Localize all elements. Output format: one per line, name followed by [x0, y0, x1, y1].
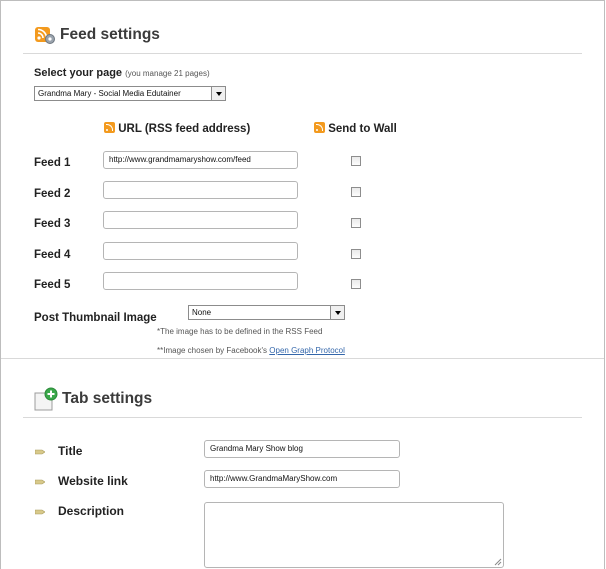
- open-graph-link[interactable]: Open Graph Protocol: [269, 346, 345, 355]
- feed-3-send-checkbox[interactable]: [351, 218, 361, 228]
- feed-4-url-input[interactable]: [103, 242, 298, 260]
- rss-icon: [314, 122, 325, 133]
- thumbnail-select[interactable]: None: [188, 305, 345, 320]
- thumbnail-select-value: None: [192, 308, 212, 317]
- tab-settings-icon: [34, 387, 58, 411]
- feed-3-url-input[interactable]: [103, 211, 298, 229]
- pencil-bullet-icon: [35, 509, 45, 515]
- feed-5-send-checkbox[interactable]: [351, 279, 361, 289]
- page-select-value: Grandma Mary - Social Media Edutainer: [38, 89, 181, 98]
- thumbnail-note-1: *The image has to be defined in the RSS …: [157, 327, 323, 336]
- page-select[interactable]: Grandma Mary - Social Media Edutainer: [34, 86, 226, 101]
- feed-3-label: Feed 3: [34, 218, 71, 230]
- title-label: Title: [58, 444, 83, 458]
- feed-2-send-checkbox[interactable]: [351, 187, 361, 197]
- select-page-label: Select your page: [34, 67, 123, 79]
- feed-2-label: Feed 2: [34, 188, 71, 200]
- thumbnail-note-2: **Image chosen by Facebook's Open Graph …: [157, 346, 345, 355]
- feed-5-url-input[interactable]: [103, 272, 298, 290]
- feed-4-send-checkbox[interactable]: [351, 249, 361, 259]
- manage-note: (you manage 21 pages): [125, 69, 210, 78]
- description-textarea[interactable]: [204, 502, 504, 568]
- website-link-input[interactable]: http://www.GrandmaMaryShow.com: [204, 470, 400, 488]
- section-divider: [1, 358, 604, 359]
- feed-settings-title: Feed settings: [60, 26, 160, 43]
- thumbnail-label: Post Thumbnail Image: [34, 312, 157, 324]
- title-input[interactable]: Grandma Mary Show blog: [204, 440, 400, 458]
- divider: [23, 417, 582, 418]
- feed-5-label: Feed 5: [34, 279, 71, 291]
- rss-icon: [104, 122, 115, 133]
- feed-1-url-input[interactable]: http://www.grandmamaryshow.com/feed: [103, 151, 298, 169]
- feed-1-send-checkbox[interactable]: [351, 156, 361, 166]
- website-link-label: Website link: [58, 474, 128, 488]
- description-label: Description: [58, 504, 125, 518]
- pencil-bullet-icon: [35, 479, 45, 485]
- send-to-wall-header: Send to Wall: [314, 122, 397, 135]
- resize-handle-icon[interactable]: [494, 558, 502, 566]
- tab-settings-header: Tab settings: [34, 387, 152, 411]
- chevron-down-icon[interactable]: [211, 87, 225, 100]
- feed-2-url-input[interactable]: [103, 181, 298, 199]
- feed-4-label: Feed 4: [34, 249, 71, 261]
- feed-1-label: Feed 1: [34, 157, 71, 169]
- tab-settings-title: Tab settings: [62, 390, 153, 407]
- chevron-down-icon[interactable]: [330, 306, 344, 319]
- pencil-bullet-icon: [35, 449, 45, 455]
- feed-settings-header: Feed settings: [34, 25, 160, 45]
- select-page-row: Select your page (you manage 21 pages): [34, 67, 210, 79]
- divider: [23, 53, 582, 54]
- url-header: URL (RSS feed address): [104, 122, 250, 135]
- feed-settings-icon: [34, 25, 56, 45]
